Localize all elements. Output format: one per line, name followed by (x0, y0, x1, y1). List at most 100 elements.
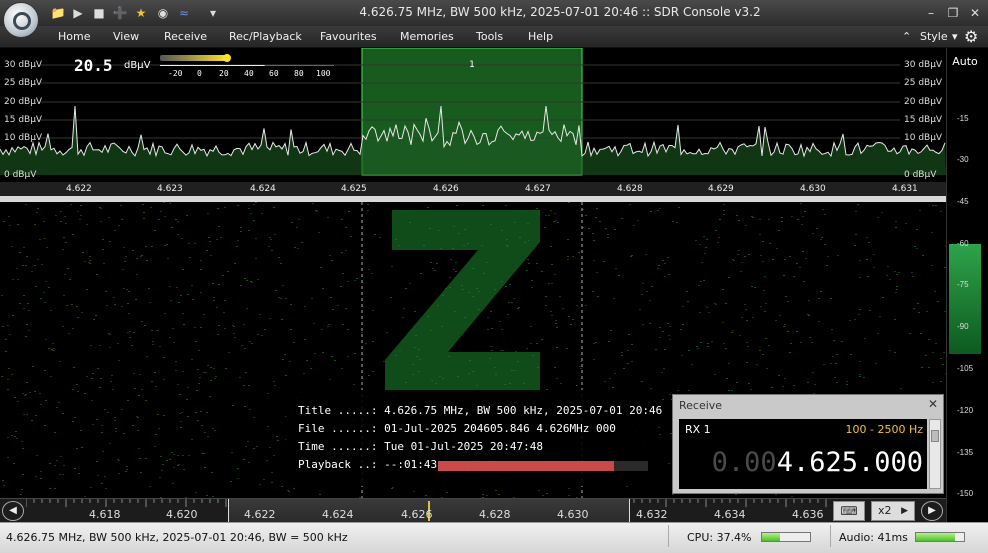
close-button[interactable]: ✕ (966, 4, 984, 22)
filter-range[interactable]: 100 - 2500 Hz (846, 423, 924, 436)
tune-left-icon[interactable]: ◀ (2, 501, 24, 521)
tuning-strip[interactable]: ◀ 4.618 4.620 4.622 4.624 4.626 4.628 4.… (0, 498, 946, 523)
db-label-left: 10 dBµV (4, 133, 43, 143)
freq-axis-label: 4.628 (617, 184, 643, 194)
quick-access-dropdown-icon[interactable]: ▾ (205, 5, 221, 21)
collapse-ribbon-icon[interactable]: ⌃ (902, 30, 911, 43)
info-file: File ......: 01-Jul-2025 204605.846 4.62… (298, 422, 616, 435)
freq-axis-label: 4.622 (66, 184, 92, 194)
rx-frequency[interactable]: 0.004.625.000 (712, 447, 923, 478)
s-meter-tick: 40 (244, 69, 254, 78)
menu-rec-playback[interactable]: Rec/Playback (229, 30, 302, 43)
s-meter-tick: 0 (197, 69, 202, 78)
window-title: 4.626.75 MHz, BW 500 kHz, 2025-07-01 20:… (359, 5, 761, 19)
db-label-right: 0 dBµV (904, 170, 937, 180)
sdr-console-window: 📁 ▶ ■ ➕ ★ ◉ ≈ ▾ 4.626.75 MHz, BW 500 kHz… (0, 0, 988, 553)
s-meter-tick: 60 (269, 69, 279, 78)
add-icon[interactable]: ➕ (112, 5, 128, 21)
auto-level-button[interactable]: Auto (949, 54, 981, 70)
restore-button[interactable]: ❐ (944, 4, 962, 22)
keyboard-icon[interactable]: ⌨ (833, 501, 865, 521)
playback-progress-bar[interactable] (438, 461, 648, 471)
receive-panel: Receive ✕ RX 1 100 - 2500 Hz 0.004.625.0… (672, 394, 944, 494)
vfo-marker[interactable]: 1 (465, 60, 479, 72)
db-label-right: 25 dBµV (904, 78, 943, 88)
app-menu-orb-icon[interactable] (3, 2, 39, 38)
tuner-label: 4.622 (244, 508, 276, 521)
stop-icon[interactable]: ■ (91, 5, 107, 21)
status-text: 4.626.75 MHz, BW 500 kHz, 2025-07-01 20:… (6, 531, 348, 544)
tuner-label: 4.626 (401, 508, 433, 521)
level-label: -90 (957, 322, 969, 331)
freq-axis-label: 4.627 (525, 184, 551, 194)
tuner-label: 4.634 (714, 508, 746, 521)
tuner-label: 4.624 (322, 508, 354, 521)
level-label: -45 (957, 197, 969, 206)
star-icon[interactable]: ★ (133, 5, 149, 21)
s-meter-indicator (223, 54, 231, 62)
rx-frequency-leading: 0.00 (711, 447, 777, 478)
s-meter: -20 0 20 40 60 80 100 (160, 52, 335, 82)
close-icon[interactable]: ✕ (927, 397, 939, 411)
style-menu[interactable]: Style (920, 30, 948, 43)
menu-view[interactable]: View (113, 30, 139, 43)
db-label-left: 20 dBµV (4, 97, 43, 107)
level-scale[interactable]: Auto -15 -30 -45 -60 -75 -90 -105 -120 -… (946, 48, 982, 522)
status-bar: 4.626.75 MHz, BW 500 kHz, 2025-07-01 20:… (0, 522, 988, 553)
cpu-label: CPU: 37.4% (687, 531, 752, 544)
menu-receive[interactable]: Receive (164, 30, 207, 43)
level-label: -135 (957, 448, 974, 457)
tuner-label: 4.632 (636, 508, 668, 521)
tuner-label: 4.630 (557, 508, 589, 521)
level-label: -150 (957, 489, 974, 498)
tuner-label: 4.618 (89, 508, 121, 521)
zoom-value: x2 (878, 504, 892, 517)
receive-scrollbar[interactable] (929, 419, 941, 489)
folder-icon[interactable]: 📁 (50, 5, 66, 21)
db-label-left: 15 dBµV (4, 115, 43, 125)
spectrum-display[interactable]: 30 dBµV 25 dBµV 20 dBµV 15 dBµV 10 dBµV … (0, 48, 946, 182)
level-range-indicator[interactable] (949, 244, 981, 354)
s-meter-tick: 20 (219, 69, 229, 78)
tune-right-icon[interactable]: ▶ (921, 501, 943, 521)
signal-icon[interactable]: ≈ (176, 5, 192, 21)
level-label: -75 (957, 280, 969, 289)
db-label-right: 10 dBµV (904, 133, 943, 143)
menu-tools[interactable]: Tools (476, 30, 503, 43)
audio-status: Audio: 41ms (830, 525, 988, 547)
s-meter-tick: 80 (294, 69, 304, 78)
freq-axis-label: 4.630 (800, 184, 826, 194)
level-label: -15 (957, 114, 969, 123)
gear-icon[interactable]: ⚙ (964, 27, 978, 46)
menu-help[interactable]: Help (528, 30, 553, 43)
style-dropdown-icon[interactable]: ▾ (952, 30, 958, 43)
audio-label: Audio: 41ms (839, 531, 908, 544)
minimize-button[interactable]: – (922, 4, 940, 22)
receive-panel-title: Receive (679, 399, 723, 412)
level-label: -105 (957, 364, 974, 373)
menu-memories[interactable]: Memories (400, 30, 454, 43)
info-playback: Playback ..: --:01:43 (298, 458, 438, 471)
db-label-left: 30 dBµV (4, 60, 43, 70)
tuner-label: 4.628 (479, 508, 511, 521)
cpu-status: CPU: 37.4% (668, 525, 828, 547)
s-meter-tick: -20 (168, 69, 183, 78)
db-label-left: 0 dBµV (4, 170, 37, 180)
title-bar: 📁 ▶ ■ ➕ ★ ◉ ≈ ▾ 4.626.75 MHz, BW 500 kHz… (0, 0, 988, 38)
info-time: Time ......: Tue 01-Jul-2025 20:47:48 (298, 440, 544, 453)
freq-axis-label: 4.625 (341, 184, 367, 194)
receive-display: RX 1 100 - 2500 Hz 0.004.625.000 (679, 419, 927, 489)
zoom-selector[interactable]: x2 ▶ (871, 501, 915, 521)
level-label: -30 (957, 155, 969, 164)
signal-level-value: 20.5 (74, 56, 113, 75)
play-icon[interactable]: ▶ (70, 5, 86, 21)
menu-favourites[interactable]: Favourites (320, 30, 377, 43)
level-label: -120 (957, 406, 974, 415)
menu-home[interactable]: Home (58, 30, 90, 43)
rx-frequency-main: 4.625.000 (776, 447, 923, 478)
db-label-right: 15 dBµV (904, 115, 943, 125)
s-meter-tick: 100 (316, 69, 331, 78)
frequency-axis: 4.622 4.623 4.624 4.625 4.626 4.627 4.62… (0, 182, 946, 196)
camera-icon[interactable]: ◉ (155, 5, 171, 21)
tuner-label: 4.636 (792, 508, 824, 521)
